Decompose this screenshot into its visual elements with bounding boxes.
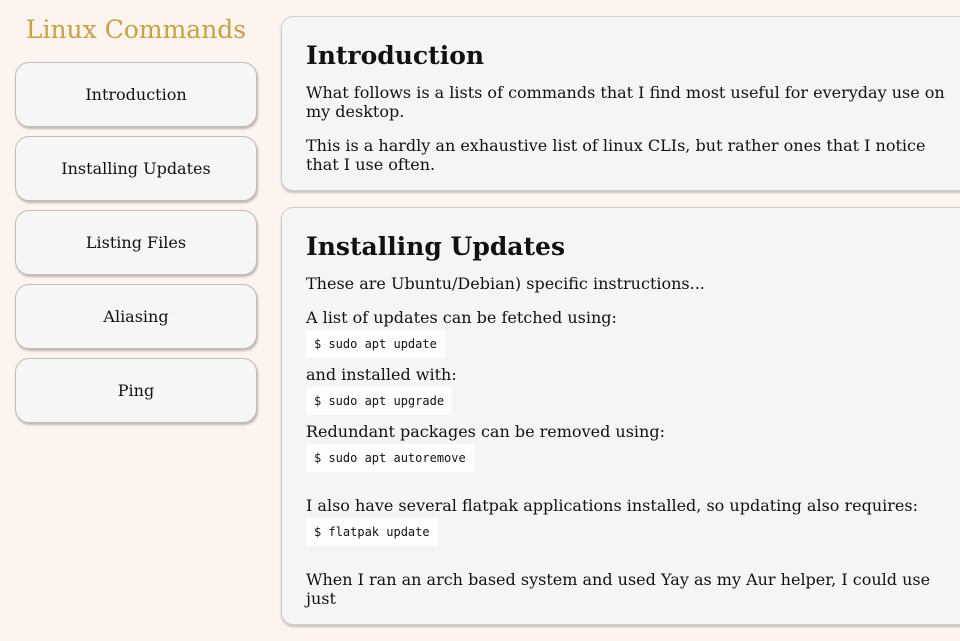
- arch-text: When I ran an arch based system and used…: [306, 570, 931, 608]
- introduction-paragraph-1: What follows is a lists of commands that…: [306, 83, 945, 121]
- site-title: Linux Commands: [25, 15, 247, 44]
- introduction-heading: Introduction: [306, 41, 485, 70]
- installing-updates-heading: Installing Updates: [306, 232, 566, 261]
- installing-updates-card: Installing Updates These are Ubuntu/Debi…: [281, 207, 960, 625]
- nav-button-aliasing[interactable]: Aliasing: [15, 284, 257, 349]
- nav-button-introduction[interactable]: Introduction: [15, 62, 257, 127]
- code-apt-update: $ sudo apt update: [306, 330, 445, 358]
- remove-text: Redundant packages can be removed using:: [306, 422, 665, 441]
- updates-intro-text: These are Ubuntu/Debian) specific instru…: [306, 274, 705, 293]
- sidebar: Linux Commands Introduction Installing U…: [15, 14, 257, 432]
- introduction-paragraph-2: This is a hardly an exhaustive list of l…: [306, 136, 926, 174]
- code-flatpak-update: $ flatpak update: [306, 518, 438, 546]
- code-apt-autoremove: $ sudo apt autoremove: [306, 444, 474, 472]
- main-content: Introduction What follows is a lists of …: [281, 16, 960, 641]
- fetch-text: A list of updates can be fetched using:: [306, 308, 617, 327]
- nav-button-installing-updates[interactable]: Installing Updates: [15, 136, 257, 201]
- introduction-card: Introduction What follows is a lists of …: [281, 16, 960, 191]
- flatpak-text: I also have several flatpak applications…: [306, 496, 918, 515]
- install-text: and installed with:: [306, 365, 457, 384]
- code-apt-upgrade: $ sudo apt upgrade: [306, 387, 453, 415]
- nav-button-listing-files[interactable]: Listing Files: [15, 210, 257, 275]
- nav-button-ping[interactable]: Ping: [15, 358, 257, 423]
